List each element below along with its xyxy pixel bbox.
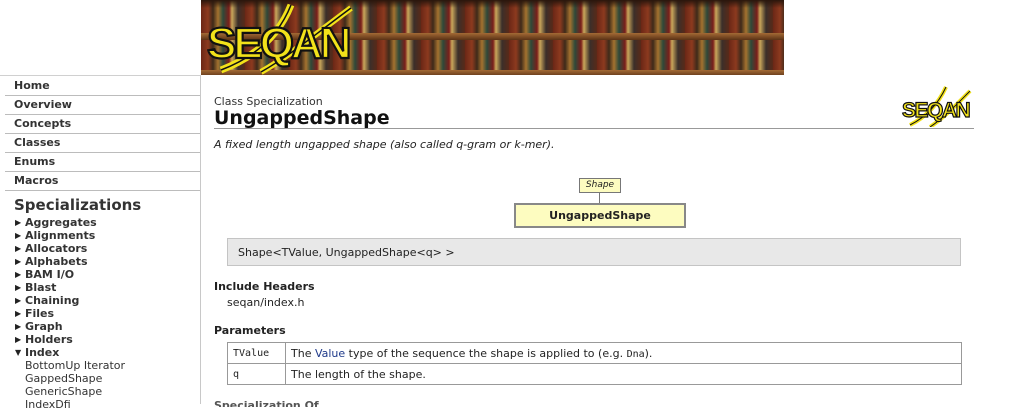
include-header-value: seqan/index.h — [227, 296, 305, 309]
spec-item-label: Alignments — [25, 229, 96, 242]
spec-item-bam-io[interactable]: ▶ BAM I/O — [5, 268, 200, 281]
spec-item-chaining[interactable]: ▶ Chaining — [5, 294, 200, 307]
spec-item-holders[interactable]: ▶ Holders — [5, 333, 200, 346]
nav-classes[interactable]: Classes — [5, 134, 200, 153]
seqan-corner-logo[interactable]: SEQAN — [900, 85, 974, 127]
spec-item-label: Graph — [25, 320, 63, 333]
expand-triangle-icon: ▶ — [15, 309, 22, 318]
spec-item-label: Index — [25, 346, 60, 359]
expand-triangle-icon: ▶ — [15, 283, 22, 292]
param-desc-code: Dna — [626, 348, 645, 360]
expand-triangle-icon: ▶ — [15, 296, 22, 305]
spec-item-graph[interactable]: ▶ Graph — [5, 320, 200, 333]
parameters-heading: Parameters — [214, 324, 286, 337]
param-name: q — [227, 363, 286, 385]
spec-item-label: Chaining — [25, 294, 80, 307]
param-desc-text: type of the sequence the shape is applie… — [345, 346, 627, 360]
seqan-banner-logo[interactable]: SEQAN — [201, 0, 376, 75]
expand-triangle-icon: ▶ — [15, 218, 22, 227]
class-summary: A fixed length ungapped shape (also call… — [214, 138, 555, 151]
spec-item-label: Alphabets — [25, 255, 88, 268]
sub-item-gappedshape[interactable]: GappedShape — [5, 372, 200, 385]
include-headers-heading: Include Headers — [214, 280, 315, 293]
value-link[interactable]: Value — [315, 347, 345, 360]
spec-item-label: Files — [25, 307, 55, 320]
spec-item-index[interactable]: ▼ Index — [5, 346, 200, 359]
parent-class-box[interactable]: Shape — [579, 178, 621, 193]
spec-item-allocators[interactable]: ▶ Allocators — [5, 242, 200, 255]
sidebar-divider — [200, 75, 201, 404]
sub-item-indexdfi[interactable]: IndexDfi — [5, 398, 200, 411]
spec-item-label: Blast — [25, 281, 57, 294]
parameters-table: TValue The Value type of the sequence th… — [227, 342, 962, 385]
param-desc-text: ). — [644, 346, 653, 360]
table-row: TValue The Value type of the sequence th… — [227, 342, 962, 364]
expand-triangle-icon: ▶ — [15, 257, 22, 266]
spec-item-label: Aggregates — [25, 216, 97, 229]
expand-triangle-icon: ▶ — [15, 322, 22, 331]
nav-enums[interactable]: Enums — [5, 153, 200, 172]
sub-item-genericshape[interactable]: GenericShape — [5, 385, 200, 398]
spec-item-label: BAM I/O — [25, 268, 75, 281]
header-banner: SEQAN — [201, 0, 784, 75]
spec-item-alphabets[interactable]: ▶ Alphabets — [5, 255, 200, 268]
page-title: UngappedShape — [214, 107, 390, 129]
param-desc-text: The length of the shape. — [291, 367, 426, 381]
nav-overview[interactable]: Overview — [5, 96, 200, 115]
spec-item-aggregates[interactable]: ▶ Aggregates — [5, 216, 200, 229]
svg-text:SEQAN: SEQAN — [207, 19, 349, 68]
collapse-triangle-icon: ▼ — [15, 348, 22, 357]
nav-macros[interactable]: Macros — [5, 172, 200, 191]
signature-box: Shape<TValue, UngappedShape<q> > — [227, 238, 961, 266]
svg-text:SEQAN: SEQAN — [902, 99, 970, 122]
spec-item-label: Holders — [25, 333, 73, 346]
spec-item-files[interactable]: ▶ Files — [5, 307, 200, 320]
expand-triangle-icon: ▶ — [15, 231, 22, 240]
param-description: The Value type of the sequence the shape… — [285, 342, 962, 364]
title-divider — [214, 128, 974, 129]
expand-triangle-icon: ▶ — [15, 335, 22, 344]
sub-item-bottomup-iterator[interactable]: BottomUp Iterator — [5, 359, 200, 372]
spec-item-alignments[interactable]: ▶ Alignments — [5, 229, 200, 242]
param-name: TValue — [227, 342, 286, 364]
param-desc-text: The — [291, 346, 315, 360]
current-class-box: UngappedShape — [514, 203, 686, 228]
expand-triangle-icon: ▶ — [15, 270, 22, 279]
table-row: q The length of the shape. — [227, 363, 962, 385]
sidebar: Home Overview Concepts Classes Enums Mac… — [5, 75, 200, 411]
expand-triangle-icon: ▶ — [15, 244, 22, 253]
specializations-heading: Specializations — [14, 196, 142, 214]
param-description: The length of the shape. — [285, 363, 962, 385]
specialization-of-heading: Specialization Of — [214, 399, 319, 407]
nav-concepts[interactable]: Concepts — [5, 115, 200, 134]
nav-home[interactable]: Home — [5, 77, 200, 96]
spec-item-label: Allocators — [25, 242, 88, 255]
spec-item-blast[interactable]: ▶ Blast — [5, 281, 200, 294]
